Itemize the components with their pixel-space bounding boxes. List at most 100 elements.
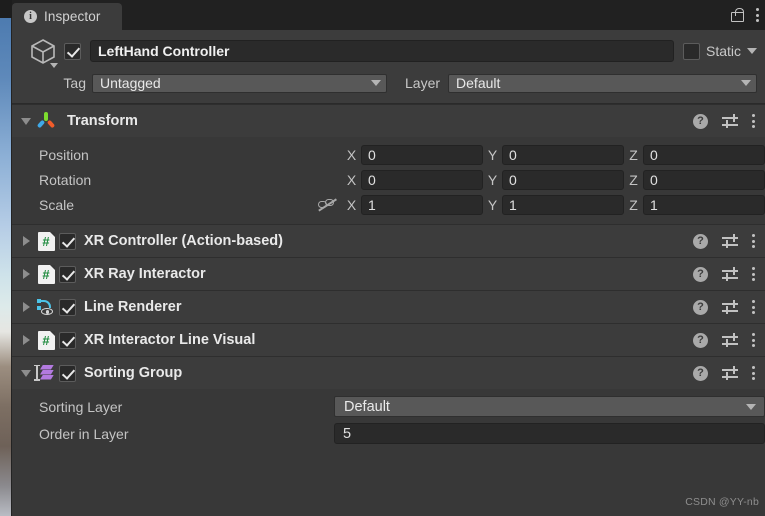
component-header-xr-ray-interactor[interactable]: # XR Ray Interactor ? xyxy=(12,257,765,290)
sorting-group-enabled-checkbox[interactable] xyxy=(59,364,76,382)
scale-x: X 1 xyxy=(342,194,483,215)
kebab-menu-icon[interactable] xyxy=(752,366,755,380)
gameobject-name-input[interactable]: LeftHand Controller xyxy=(90,40,674,62)
help-icon[interactable]: ? xyxy=(693,332,708,348)
xr-ray-interactor-header-actions: ? xyxy=(693,266,759,282)
rotation-label: Rotation xyxy=(39,171,92,188)
csharp-script-icon: # xyxy=(33,330,59,350)
kebab-menu-icon[interactable] xyxy=(752,333,755,347)
position-x: X 0 xyxy=(342,144,483,165)
transform-foldout-toggle[interactable] xyxy=(19,117,33,125)
xr-controller-header-actions: ? xyxy=(693,233,759,249)
component-header-transform[interactable]: Transform ? xyxy=(12,104,765,137)
axis-label-y: Y xyxy=(487,171,498,188)
kebab-menu-icon[interactable] xyxy=(752,234,755,248)
scene-view-sliver[interactable] xyxy=(0,18,12,516)
scale-y-input[interactable]: 1 xyxy=(502,194,624,215)
component-header-xr-controller[interactable]: # XR Controller (Action-based) ? xyxy=(12,224,765,257)
scale-axis-group: X 1 Y 1 Z 1 xyxy=(318,194,765,215)
xr-controller-foldout-toggle[interactable] xyxy=(19,236,33,246)
position-x-input[interactable]: 0 xyxy=(361,144,483,165)
axis-label-x: X xyxy=(346,196,357,213)
sorting-layer-label: Sorting Layer xyxy=(39,398,123,415)
position-z: Z 0 xyxy=(624,144,765,165)
gameobject-enabled-checkbox[interactable] xyxy=(64,42,81,60)
line-renderer-enabled-checkbox[interactable] xyxy=(59,298,76,316)
component-header-xr-interactor-line-visual[interactable]: # XR Interactor Line Visual ? xyxy=(12,323,765,356)
axis-label-x: X xyxy=(346,171,357,188)
position-z-input[interactable]: 0 xyxy=(643,144,765,165)
chevron-down-icon[interactable] xyxy=(50,63,58,68)
layer-dropdown[interactable]: Default xyxy=(448,73,757,93)
gameobject-name-row: LeftHand Controller Static xyxy=(12,37,765,68)
help-icon[interactable]: ? xyxy=(693,266,708,282)
help-icon[interactable]: ? xyxy=(693,113,708,129)
help-icon[interactable]: ? xyxy=(693,365,708,381)
scale-x-input[interactable]: 1 xyxy=(361,194,483,215)
layer-value: Default xyxy=(456,75,501,91)
preset-icon[interactable] xyxy=(722,366,738,380)
position-label: Position xyxy=(39,146,89,163)
help-icon[interactable]: ? xyxy=(693,299,708,315)
order-in-layer-label: Order in Layer xyxy=(39,425,129,442)
info-icon: i xyxy=(24,10,37,23)
transform-gizmo-icon xyxy=(33,112,59,130)
kebab-menu-icon[interactable] xyxy=(752,300,755,314)
sorting-layer-row: Sorting Layer Default xyxy=(12,393,765,420)
line-renderer-foldout-toggle[interactable] xyxy=(19,302,33,312)
tag-label: Tag xyxy=(63,75,86,91)
axis-label-y: Y xyxy=(487,146,498,163)
component-header-line-renderer[interactable]: Line Renderer ? xyxy=(12,290,765,323)
tab-bar: i Inspector xyxy=(12,0,765,30)
order-in-layer-row: Order in Layer 5 xyxy=(12,420,765,447)
xr-controller-title: XR Controller (Action-based) xyxy=(84,233,283,249)
xr-interactor-line-visual-enabled-checkbox[interactable] xyxy=(59,331,76,349)
rotation-y: Y 0 xyxy=(483,169,624,190)
sorting-group-header-actions: ? xyxy=(693,365,759,381)
csharp-script-icon: # xyxy=(33,264,59,284)
preset-icon[interactable] xyxy=(722,234,738,248)
cube-icon[interactable] xyxy=(22,37,64,68)
lock-icon[interactable] xyxy=(731,8,744,22)
position-y-input[interactable]: 0 xyxy=(502,144,624,165)
rotation-z-input[interactable]: 0 xyxy=(643,169,765,190)
scale-label: Scale xyxy=(39,196,75,213)
transform-row-rotation: Rotation X 0 Y 0 Z 0 xyxy=(12,167,765,192)
scene-view-sliver-top xyxy=(0,0,12,18)
rotation-z: Z 0 xyxy=(624,169,765,190)
constrain-proportions-broken-link-icon[interactable] xyxy=(318,197,338,213)
chevron-down-icon xyxy=(371,80,381,86)
scale-z-input[interactable]: 1 xyxy=(643,194,765,215)
transform-title: Transform xyxy=(67,113,138,129)
sorting-layer-dropdown[interactable]: Default xyxy=(334,396,765,417)
preset-icon[interactable] xyxy=(722,300,738,314)
preset-icon[interactable] xyxy=(722,114,738,128)
component-header-sorting-group[interactable]: Sorting Group ? xyxy=(12,356,765,389)
transform-row-scale: Scale X 1 Y 1 Z 1 xyxy=(12,192,765,217)
xr-ray-interactor-enabled-checkbox[interactable] xyxy=(59,265,76,283)
tag-dropdown[interactable]: Untagged xyxy=(92,73,387,93)
xr-interactor-line-visual-foldout-toggle[interactable] xyxy=(19,335,33,345)
tab-inspector-label: Inspector xyxy=(44,9,101,24)
preset-icon[interactable] xyxy=(722,333,738,347)
unity-editor-window: i Inspector LeftHand Controller Static T… xyxy=(0,0,765,516)
kebab-menu-icon[interactable] xyxy=(752,114,755,128)
sorting-group-properties: Sorting Layer Default Order in Layer 5 xyxy=(12,389,765,453)
kebab-menu-icon[interactable] xyxy=(756,8,759,22)
order-in-layer-input[interactable]: 5 xyxy=(334,423,765,444)
csharp-script-icon: # xyxy=(33,231,59,251)
kebab-menu-icon[interactable] xyxy=(752,267,755,281)
help-icon[interactable]: ? xyxy=(693,233,708,249)
xr-ray-interactor-foldout-toggle[interactable] xyxy=(19,269,33,279)
static-dropdown-chevron-icon[interactable] xyxy=(747,48,757,54)
rotation-x-input[interactable]: 0 xyxy=(361,169,483,190)
sorting-group-foldout-toggle[interactable] xyxy=(19,369,33,377)
static-checkbox[interactable] xyxy=(682,42,700,60)
rotation-y-input[interactable]: 0 xyxy=(502,169,624,190)
chevron-down-icon xyxy=(741,80,751,86)
xr-controller-enabled-checkbox[interactable] xyxy=(59,232,76,250)
tab-inspector[interactable]: i Inspector xyxy=(12,3,123,30)
preset-icon[interactable] xyxy=(722,267,738,281)
xr-interactor-line-visual-title: XR Interactor Line Visual xyxy=(84,332,256,348)
tab-bar-actions xyxy=(731,0,759,30)
